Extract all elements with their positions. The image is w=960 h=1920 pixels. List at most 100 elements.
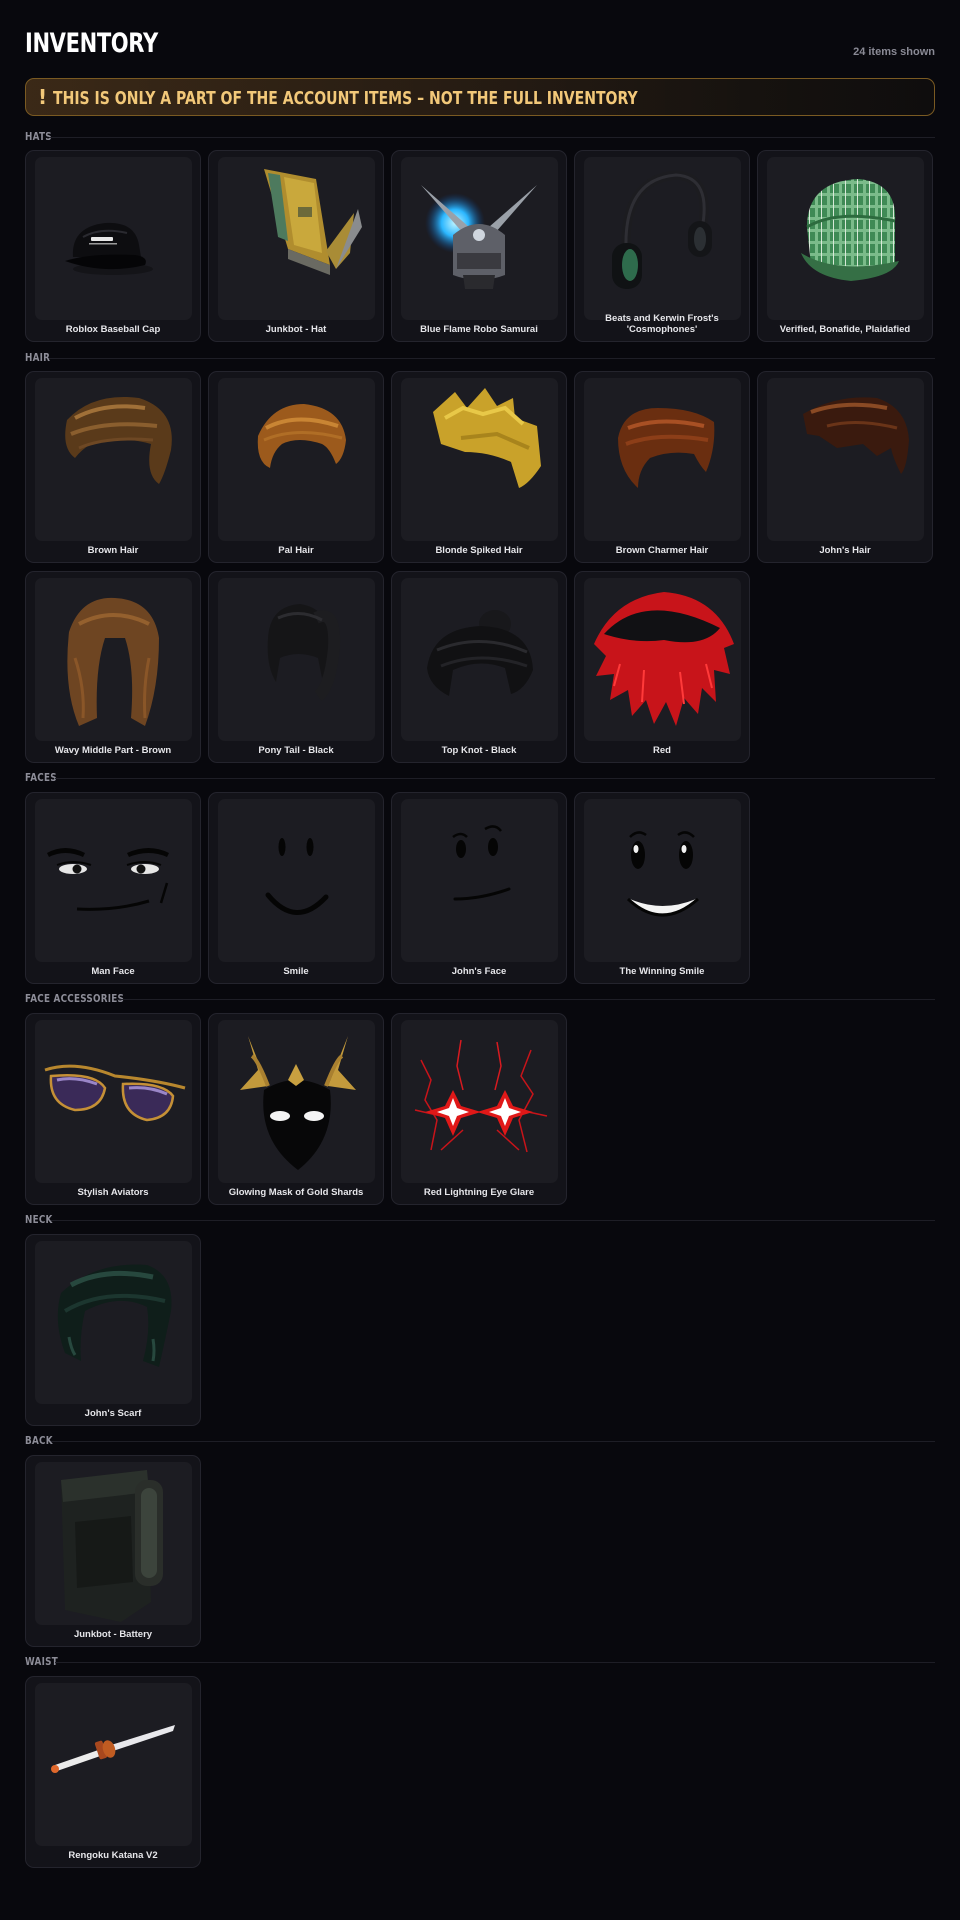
item-thumbnail <box>584 578 741 741</box>
section-face-accessories: FACE ACCESSORIES <box>25 992 935 1006</box>
aviators-icon <box>44 1064 186 1122</box>
item-card-smile[interactable]: Smile <box>208 792 384 984</box>
item-card-rengoku-katana-v2[interactable]: Rengoku Katana V2 <box>25 1676 201 1868</box>
item-thumbnail <box>767 157 924 320</box>
item-name: Pal Hair <box>278 545 314 556</box>
samurai-helmet-icon <box>421 185 537 289</box>
section-divider <box>49 137 935 138</box>
red-hair-icon <box>594 592 734 726</box>
item-thumbnail <box>35 1020 192 1183</box>
item-name: Beats and Kerwin Frost's 'Cosmophones' <box>605 313 719 335</box>
item-thumbnail <box>401 799 558 962</box>
item-thumbnail <box>35 799 192 962</box>
item-name: The Winning Smile <box>619 966 705 977</box>
item-thumbnail <box>401 157 558 320</box>
item-name: Roblox Baseball Cap <box>65 324 161 335</box>
charmer-hair-icon <box>618 408 715 488</box>
exclamation-icon: ! <box>38 85 48 109</box>
item-thumbnail <box>35 578 192 741</box>
item-name: Smile <box>283 966 309 977</box>
spiked-hair-icon <box>433 388 541 488</box>
section-divider <box>49 358 935 359</box>
item-thumbnail <box>35 378 192 541</box>
item-card-glowing-mask[interactable]: Glowing Mask of Gold Shards <box>208 1013 384 1205</box>
item-name: John's Scarf <box>84 1408 142 1419</box>
item-card-brown-charmer-hair[interactable]: Brown Charmer Hair <box>574 371 750 563</box>
item-card-pal-hair[interactable]: Pal Hair <box>208 371 384 563</box>
gold-mask-icon <box>240 1036 356 1170</box>
item-thumbnail <box>218 157 375 320</box>
item-name: Red <box>653 745 671 756</box>
item-card-junkbot-hat[interactable]: Junkbot - Hat <box>208 150 384 342</box>
section-title: FACE ACCESSORIES <box>25 992 125 1005</box>
scarf-icon <box>57 1264 172 1367</box>
item-name: Rengoku Katana V2 <box>68 1850 158 1861</box>
item-thumbnail <box>35 157 192 320</box>
item-thumbnail <box>584 378 741 541</box>
item-card-roblox-baseball-cap[interactable]: Roblox Baseball Cap <box>25 150 201 342</box>
item-card-man-face[interactable]: Man Face <box>25 792 201 984</box>
banner-text: THIS IS ONLY A PART OF THE ACCOUNT ITEMS… <box>53 88 638 109</box>
item-card-cosmophones[interactable]: Beats and Kerwin Frost's 'Cosmophones' <box>574 150 750 342</box>
item-card-johns-scarf[interactable]: John's Scarf <box>25 1234 201 1426</box>
pal-hair-icon <box>257 404 346 468</box>
item-card-blue-flame-robo-samurai[interactable]: Blue Flame Robo Samurai <box>391 150 567 342</box>
battery-icon <box>61 1470 163 1622</box>
item-name: Brown Hair <box>87 545 139 556</box>
item-name: Junkbot - Hat <box>265 324 327 335</box>
item-card-plaidafied[interactable]: Verified, Bonafide, Plaidafied <box>757 150 933 342</box>
item-card-red-lightning-eye-glare[interactable]: Red Lightning Eye Glare <box>391 1013 567 1205</box>
ponytail-hair-icon <box>267 604 341 701</box>
items-count: 24 items shown <box>853 46 935 58</box>
item-thumbnail <box>218 378 375 541</box>
section-divider <box>51 1441 935 1442</box>
item-card-blonde-spiked-hair[interactable]: Blonde Spiked Hair <box>391 371 567 563</box>
winning-smile-icon <box>626 831 699 917</box>
page-header: INVENTORY 24 items shown <box>25 26 935 66</box>
item-card-brown-hair[interactable]: Brown Hair <box>25 371 201 563</box>
item-card-johns-face[interactable]: John's Face <box>391 792 567 984</box>
item-card-johns-hair[interactable]: John's Hair <box>757 371 933 563</box>
headphones-icon <box>612 170 712 289</box>
page-title: INVENTORY <box>25 28 158 59</box>
item-thumbnail <box>401 1020 558 1183</box>
brown-hair-icon <box>65 396 172 484</box>
section-divider <box>51 1220 935 1221</box>
section-divider <box>117 999 935 1000</box>
section-hair: HAIR <box>25 351 935 365</box>
item-name: Man Face <box>91 966 135 977</box>
johns-hair-icon <box>803 397 909 474</box>
item-name: Top Knot - Black <box>441 745 517 756</box>
item-thumbnail <box>767 378 924 541</box>
item-thumbnail <box>35 1683 192 1846</box>
item-name: Pony Tail - Black <box>258 745 334 756</box>
junkbot-hat-icon <box>264 169 362 275</box>
section-waist: WAIST <box>25 1655 935 1669</box>
item-card-wavy-middle-part[interactable]: Wavy Middle Part - Brown <box>25 571 201 763</box>
section-neck: NECK <box>25 1213 935 1227</box>
section-divider <box>55 1662 935 1663</box>
item-name: Wavy Middle Part - Brown <box>54 745 172 756</box>
lightning-eye-icon <box>414 1039 548 1153</box>
item-name: Blue Flame Robo Samurai <box>420 324 538 335</box>
item-card-top-knot-black[interactable]: Top Knot - Black <box>391 571 567 763</box>
item-thumbnail <box>401 578 558 741</box>
item-name: Glowing Mask of Gold Shards <box>228 1187 364 1198</box>
item-card-winning-smile[interactable]: The Winning Smile <box>574 792 750 984</box>
johns-face-icon <box>452 825 511 901</box>
item-name: Stylish Aviators <box>77 1187 149 1198</box>
section-title: HAIR <box>25 351 51 364</box>
item-card-red[interactable]: Red <box>574 571 750 763</box>
item-thumbnail <box>584 157 741 320</box>
item-name: Red Lightning Eye Glare <box>423 1187 535 1198</box>
section-title: WAIST <box>25 1655 58 1668</box>
man-face-icon <box>47 848 169 911</box>
smile-face-icon <box>265 838 329 915</box>
item-card-pony-tail-black[interactable]: Pony Tail - Black <box>208 571 384 763</box>
section-back: BACK <box>25 1434 935 1448</box>
item-card-junkbot-battery[interactable]: Junkbot - Battery <box>25 1455 201 1647</box>
section-divider <box>55 778 935 779</box>
item-name: Verified, Bonafide, Plaidafied <box>779 324 911 335</box>
item-thumbnail <box>218 1020 375 1183</box>
item-card-stylish-aviators[interactable]: Stylish Aviators <box>25 1013 201 1205</box>
